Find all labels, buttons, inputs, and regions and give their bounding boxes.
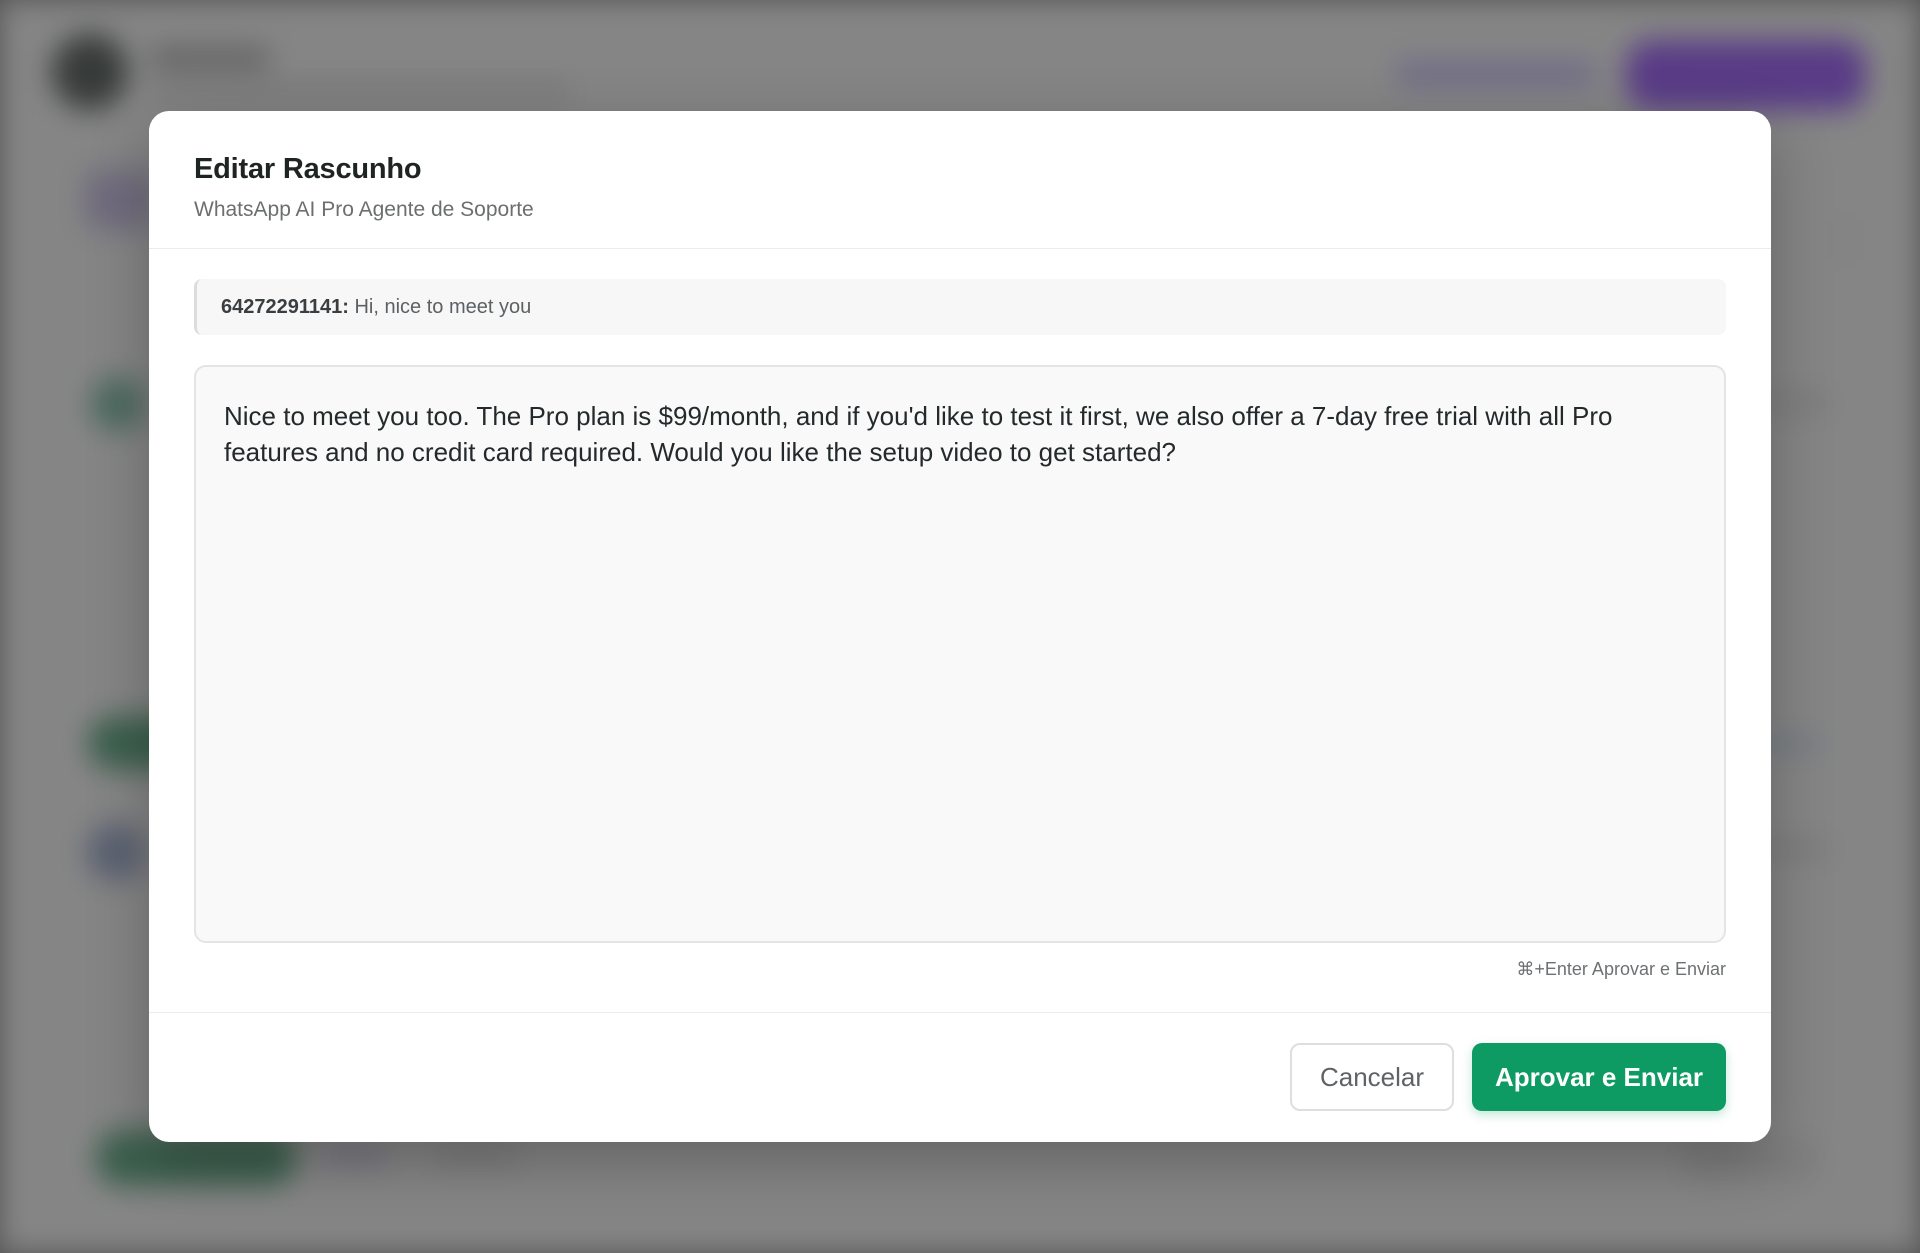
incoming-message-quote: 64272291141: Hi, nice to meet you	[194, 279, 1726, 335]
dialog-footer: Cancelar Aprovar e Enviar	[149, 1012, 1771, 1142]
draft-editor[interactable]: Nice to meet you too. The Pro plan is $9…	[194, 365, 1726, 943]
dialog-header: Editar Rascunho WhatsApp AI Pro Agente d…	[149, 111, 1771, 249]
message-text: Hi, nice to meet you	[354, 296, 532, 318]
shortcut-hint: ⌘+Enter Aprovar e Enviar	[1516, 959, 1726, 979]
dialog-title: Editar Rascunho	[194, 153, 422, 185]
edit-draft-dialog: Editar Rascunho WhatsApp AI Pro Agente d…	[149, 111, 1771, 1142]
approve-and-send-button[interactable]: Aprovar e Enviar	[1472, 1043, 1726, 1111]
dialog-subtitle: WhatsApp AI Pro Agente de Soporte	[194, 198, 534, 221]
cancel-button[interactable]: Cancelar	[1290, 1043, 1454, 1111]
message-sender: 64272291141:	[221, 296, 349, 318]
